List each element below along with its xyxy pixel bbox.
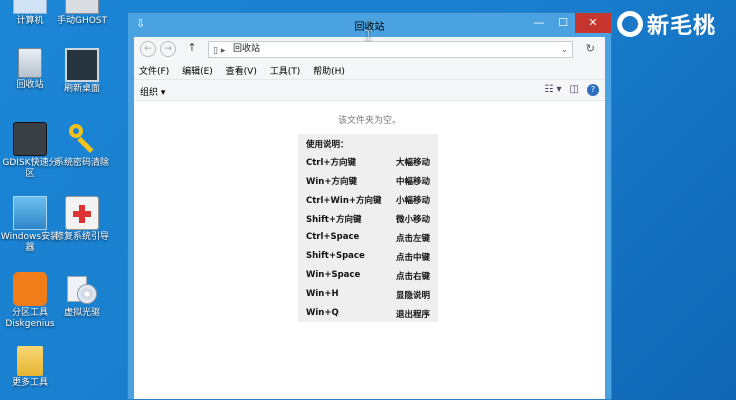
back-button[interactable]: ← (140, 41, 156, 57)
maximize-button[interactable]: ☐ (551, 13, 575, 33)
menu-tools[interactable]: 工具(T) (265, 61, 306, 80)
diskgenius-icon (13, 272, 47, 306)
desktop-icon-computer[interactable]: 计算机 (0, 0, 60, 27)
hotkey-row: Win+Q 退出程序 (306, 308, 430, 320)
menu-bar: 文件(F) 编辑(E) 查看(V) 工具(T) 帮助(H) (134, 61, 605, 79)
desktop-icon-virtual-drive[interactable]: 虚拟光驱 (52, 272, 112, 319)
mouse-cursor-icon: ⌶ (364, 28, 373, 44)
hotkey-row: Win+方向键 中幅移动 (306, 177, 430, 187)
hotkey-row: Ctrl+Space 点击左键 (306, 232, 430, 244)
desktop-icon-windows-installer[interactable]: Windows安装器 (0, 196, 60, 254)
installer-icon (13, 196, 47, 230)
minimize-button[interactable]: — (527, 13, 551, 33)
refresh-icon[interactable]: ↻ (586, 42, 595, 55)
usage-title: 使用说明： (306, 140, 349, 150)
desktop-icon-more-tools[interactable]: 更多工具 (0, 346, 60, 389)
peach-logo-icon (616, 11, 643, 37)
key-icon (65, 122, 99, 156)
desktop-icon-ghost[interactable]: 手动GHOST (52, 0, 112, 27)
computer-icon (13, 0, 47, 14)
brand-logo: 新毛桃 (616, 8, 716, 40)
disk-partition-icon (13, 122, 47, 156)
menu-help[interactable]: 帮助(H) (308, 61, 350, 80)
up-button[interactable]: ↑ (184, 41, 200, 57)
chevron-down-icon[interactable]: ⌄ (561, 42, 568, 57)
command-bar: 组织 ▾ ☷ ▾ ◫ ? (134, 79, 605, 101)
hotkey-row: Win+H 显隐说明 (306, 289, 430, 301)
desktop-icon-recycle-bin[interactable]: 回收站 (0, 48, 60, 91)
view-options-icon[interactable]: ☷ ▾ (544, 84, 561, 96)
desktop-icon-refresh[interactable]: 刷新桌面 (52, 48, 112, 95)
menu-edit[interactable]: 编辑(E) (177, 61, 218, 80)
desktop-icon-diskgenius[interactable]: 分区工具Diskgenius (0, 272, 60, 330)
address-path: 回收站 (233, 44, 261, 54)
desktop-icon-gdisk[interactable]: GDISK快速分区 (0, 122, 60, 180)
forward-button[interactable]: → (160, 41, 176, 57)
cd-drive-icon (65, 272, 99, 306)
desktop-icon-repair-boot[interactable]: 修复系统引导 (52, 196, 112, 243)
hotkey-row: Shift+Space 点击中键 (306, 251, 430, 263)
menu-file[interactable]: 文件(F) (134, 61, 174, 80)
monitor-icon (65, 48, 99, 82)
recycle-bin-small-icon: ▯ ▸ (213, 46, 226, 56)
hotkey-row: Shift+方向键 微小移动 (306, 215, 430, 225)
preview-pane-icon[interactable]: ◫ (570, 84, 579, 96)
close-button[interactable]: ✕ (575, 13, 611, 33)
desktop-icon-password-clear[interactable]: 系统密码清除 (52, 122, 112, 169)
hotkey-row: Ctrl+方向键 大幅移动 (306, 158, 430, 168)
hotkey-row: Ctrl+Win+方向键 小幅移动 (306, 196, 430, 206)
help-icon[interactable]: ? (587, 84, 599, 96)
recycle-bin-icon (18, 48, 42, 78)
address-field[interactable]: ▯ ▸ 回收站 ⌄ (208, 41, 573, 58)
folder-icon (17, 346, 43, 376)
hotkey-row: Win+Space 点击右键 (306, 270, 430, 282)
first-aid-kit-icon (65, 196, 99, 230)
usage-instructions-panel: 使用说明： Ctrl+方向键 大幅移动 Win+方向键 中幅移动 Ctrl+Win+… (298, 134, 438, 322)
organize-button[interactable]: 组织 ▾ (140, 85, 165, 98)
menu-view[interactable]: 查看(V) (221, 61, 262, 80)
ghost-icon (65, 0, 99, 14)
empty-folder-message: 该文件夹为空。 (337, 116, 401, 126)
